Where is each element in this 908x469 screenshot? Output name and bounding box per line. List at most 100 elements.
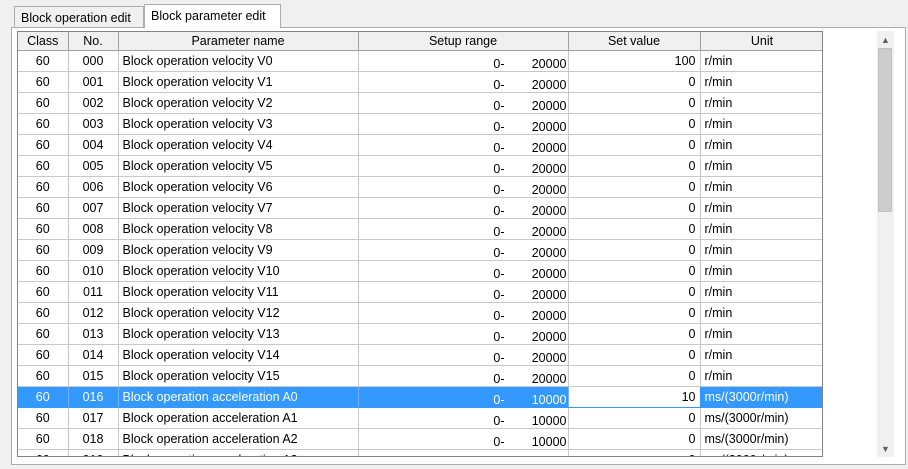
table-row[interactable]: 60 018 Block operation acceleration A2 0- 10… (18, 428, 822, 450)
cell-class: 60 (18, 50, 69, 72)
cell-set-value[interactable]: 0 (568, 71, 701, 93)
column-header-class[interactable]: Class (18, 32, 69, 51)
range-min: 0- (493, 330, 505, 344)
cell-setup-range: 0- 20000 (358, 197, 569, 219)
cell-set-value[interactable]: 0 (568, 197, 701, 219)
table-row[interactable]: 60 001 Block operation velocity V1 0- 20000 0… (18, 71, 822, 93)
table-row[interactable]: 60 013 Block operation velocity V13 0- 20000… (18, 323, 822, 345)
cell-set-value[interactable]: 0 (568, 428, 701, 450)
column-header-set-value[interactable]: Set value (568, 32, 701, 51)
table-row[interactable]: 60 002 Block operation velocity V2 0- 20000 0… (18, 92, 822, 114)
cell-set-value[interactable]: 0 (568, 218, 701, 240)
range-max: 20000 (531, 162, 567, 176)
column-header-no[interactable]: No. (68, 32, 119, 51)
range-max: 20000 (531, 225, 567, 239)
cell-set-value[interactable]: 0 (568, 302, 701, 324)
range-max: 20000 (531, 183, 567, 197)
cell-class: 60 (18, 239, 69, 261)
table-row[interactable]: 60 007 Block operation velocity V7 0- 20000 0… (18, 197, 822, 219)
cell-parameter-name: Block operation velocity V12 (118, 302, 359, 324)
cell-set-value[interactable]: 10 (567, 386, 701, 408)
cell-class: 60 (18, 134, 69, 156)
table-row[interactable]: 60019Block operation acceleration A30-10… (18, 449, 822, 456)
cell-set-value[interactable]: 0 (568, 407, 701, 429)
cell-set-value[interactable]: 0 (568, 239, 701, 261)
cell-setup-range: 0-10000 (358, 449, 569, 456)
table-row[interactable]: 60 014 Block operation velocity V14 0- 20000… (18, 344, 822, 366)
cell-unit: r/min (700, 260, 822, 282)
table-row[interactable]: 60 006 Block operation velocity V6 0- 20000 0… (18, 176, 822, 198)
range-min: 0- (493, 204, 505, 218)
range-min: 0- (493, 435, 505, 449)
cell-unit: r/min (700, 239, 822, 261)
cell-class: 60 (18, 113, 69, 135)
cell-parameter-name: Block operation velocity V7 (118, 197, 359, 219)
cell-parameter-name: Block operation acceleration A1 (118, 407, 359, 429)
column-header-setup-range[interactable]: Setup range (358, 32, 569, 51)
cell-class: 60 (18, 176, 69, 198)
cell-setup-range: 0- 20000 (358, 281, 569, 303)
table-row[interactable]: 60 015 Block operation velocity V15 0- 20000… (18, 365, 822, 387)
cell-set-value[interactable]: 0 (568, 134, 701, 156)
table-row[interactable]: 60 003 Block operation velocity V3 0- 20000 0… (18, 113, 822, 135)
cell-set-value[interactable]: 0 (568, 323, 701, 345)
column-header-unit[interactable]: Unit (700, 32, 822, 51)
table-row[interactable]: 60 005 Block operation velocity V5 0- 20000 0… (18, 155, 822, 177)
cell-unit: r/min (700, 281, 822, 303)
range-min: 0- (493, 141, 505, 155)
range-min: 0- (493, 414, 505, 428)
cell-unit: r/min (700, 113, 822, 135)
table-row[interactable]: 60 008 Block operation velocity V8 0- 20000 0… (18, 218, 822, 240)
arrow-up-icon[interactable]: ▲ (877, 31, 894, 48)
cell-no: 017 (68, 407, 119, 429)
range-min: 0- (493, 246, 505, 260)
cell-set-value[interactable]: 0 (568, 176, 701, 198)
cell-set-value[interactable]: 0 (568, 281, 701, 303)
table-row[interactable]: 60 011 Block operation velocity V11 0- 20000… (18, 281, 822, 303)
cell-set-value[interactable]: 0 (568, 155, 701, 177)
cell-no: 010 (68, 260, 119, 282)
table-row[interactable]: 60 017 Block operation acceleration A1 0- 10… (18, 407, 822, 429)
column-header-parameter-name[interactable]: Parameter name (118, 32, 359, 51)
cell-set-value[interactable]: 0 (568, 113, 701, 135)
tab-block-parameter-edit[interactable]: Block parameter edit (144, 4, 281, 28)
cell-set-value[interactable]: 0 (568, 92, 701, 114)
cell-parameter-name: Block operation acceleration A0 (118, 386, 359, 408)
cell-class: 60 (18, 386, 69, 408)
range-min: 0- (493, 120, 505, 134)
vertical-scrollbar[interactable]: ▲ ▼ (877, 31, 894, 457)
tab-block-operation-edit[interactable]: Block operation edit (14, 6, 144, 27)
table-row[interactable]: 60 016 Block operation acceleration A0 0- 10… (18, 386, 822, 408)
arrow-down-icon[interactable]: ▼ (877, 440, 894, 457)
table-row[interactable]: 60 010 Block operation velocity V10 0- 20000… (18, 260, 822, 282)
cell-parameter-name: Block operation velocity V14 (118, 344, 359, 366)
cell-set-value[interactable]: 0 (568, 449, 701, 456)
cell-class: 60 (18, 428, 69, 450)
cell-class: 60 (18, 302, 69, 324)
range-max: 20000 (531, 288, 567, 302)
cell-class: 60 (18, 71, 69, 93)
cell-parameter-name: Block operation velocity V2 (118, 92, 359, 114)
table-row[interactable]: 60 000 Block operation velocity V0 0- 20000 1… (18, 50, 822, 72)
cell-parameter-name: Block operation velocity V0 (118, 50, 359, 72)
parameter-table: Class No. Parameter name Setup range Set… (18, 32, 822, 456)
cell-set-value[interactable]: 0 (568, 260, 701, 282)
cell-setup-range: 0- 20000 (358, 155, 569, 177)
cell-no: 004 (68, 134, 119, 156)
table-row[interactable]: 60 009 Block operation velocity V9 0- 20000 0… (18, 239, 822, 261)
table-row[interactable]: 60 004 Block operation velocity V4 0- 20000 0… (18, 134, 822, 156)
cell-class: 60 (18, 218, 69, 240)
cell-set-value[interactable]: 0 (568, 365, 701, 387)
cell-class: 60 (18, 197, 69, 219)
cell-no: 008 (68, 218, 119, 240)
cell-parameter-name: Block operation velocity V1 (118, 71, 359, 93)
range-max: 10000 (531, 414, 567, 428)
scrollbar-thumb[interactable] (878, 48, 892, 212)
cell-set-value[interactable]: 100 (568, 50, 701, 72)
range-max: 20000 (531, 120, 567, 134)
cell-class: 60 (18, 155, 69, 177)
cell-unit: r/min (700, 50, 822, 72)
cell-unit: r/min (700, 302, 822, 324)
cell-set-value[interactable]: 0 (568, 344, 701, 366)
table-row[interactable]: 60 012 Block operation velocity V12 0- 20000… (18, 302, 822, 324)
